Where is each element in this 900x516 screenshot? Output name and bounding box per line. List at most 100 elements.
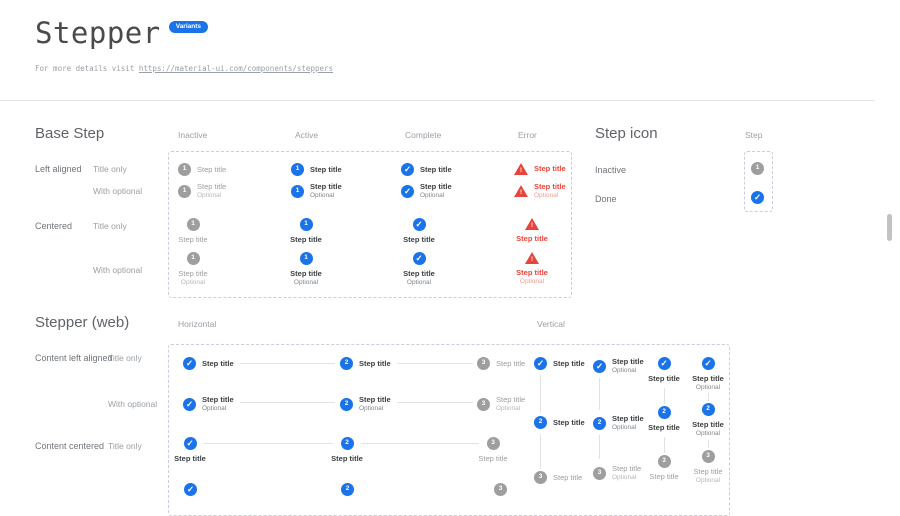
vstep1-3-inactive: 3 Step title (534, 471, 582, 484)
hstep-centered-3-inactive: 3 Step title (463, 437, 523, 463)
subtitle-text: For more details visit (35, 64, 139, 73)
step-title: Step title (197, 182, 226, 191)
step-active-left-optional: 1 Step titleOptional (291, 182, 342, 200)
check-icon: ✓ (183, 357, 196, 370)
step-optional: Optional (696, 384, 720, 392)
step-complete-left-optional: ✓ Step titleOptional (401, 182, 452, 200)
step-inactive-left: 1 Step title (178, 163, 226, 176)
error-icon: ! (525, 218, 539, 230)
variant-label-with-optional: With optional (93, 186, 142, 196)
hstep-clipped-check-icon: ✓ (184, 483, 197, 496)
step-number-circle: 3 (658, 455, 671, 468)
step-number-circle: 1 (178, 185, 191, 198)
step-error-left-optional: ! Step titleOptional (514, 182, 566, 200)
column-label-vertical: Vertical (537, 319, 565, 329)
section-heading-base-step: Base Step (35, 125, 104, 142)
connector-line (397, 402, 473, 403)
step-title: Step title (197, 165, 226, 174)
step-optional: Optional (696, 477, 720, 485)
row-label-content-left-aligned: Content left aligned (35, 353, 113, 363)
step-optional: Optional (202, 405, 234, 413)
step-title: Step title (553, 473, 582, 482)
step-inactive-centered-optional: 1 Step title Optional (163, 252, 223, 287)
step-number-circle: 1 (300, 218, 313, 231)
step-title: Step title (553, 359, 585, 368)
step-title: Step title (496, 359, 525, 368)
step-error-centered: ! Step title (502, 218, 562, 243)
step-title: Step title (359, 359, 391, 368)
connector-line (240, 363, 335, 364)
row-label-centered: Centered (35, 221, 72, 231)
page-title: Stepper (35, 16, 161, 50)
check-icon: ✓ (401, 185, 414, 198)
step-title: Step title (420, 182, 452, 191)
step-title: Step title (534, 182, 566, 191)
step-error-left: ! Step title (514, 163, 566, 175)
step-active-centered: 1 Step title (276, 218, 336, 244)
step-title: Step title (649, 472, 678, 481)
step-optional: Optional (197, 192, 226, 200)
section-heading-stepper-web: Stepper (web) (35, 314, 129, 331)
scrollbar-thumb[interactable] (887, 214, 892, 241)
step-title: Step title (693, 467, 722, 476)
connector-line (708, 440, 709, 448)
step-inactive-left-optional: 1 Step titleOptional (178, 182, 226, 200)
connector-line (708, 393, 709, 401)
step-inactive-centered: 1 Step title (163, 218, 223, 244)
section-heading-step-icon: Step icon (595, 125, 658, 142)
step-optional: Optional (420, 192, 452, 200)
step-number-circle: 3 (487, 437, 500, 450)
vstep4-2-active-optional: 2 Step title Optional (678, 403, 738, 438)
step-title: Step title (290, 269, 322, 278)
vstep4-3-inactive-optional: 3 Step title Optional (678, 450, 738, 485)
step-active-left: 1 Step title (291, 163, 342, 176)
row-label-content-centered: Content centered (35, 441, 104, 451)
connector-line (664, 388, 665, 404)
error-icon: ! (514, 163, 528, 175)
hstep-2-active-optional: 2 Step titleOptional (340, 395, 391, 413)
subtitle: For more details visit https://material-… (35, 64, 333, 73)
check-icon: ✓ (401, 163, 414, 176)
column-label-active: Active (295, 130, 318, 140)
docs-link[interactable]: https://material-ui.com/components/stepp… (139, 64, 333, 73)
hstep-centered-2-active: 2 Step title (317, 437, 377, 463)
step-title: Step title (403, 235, 435, 244)
page-header: Stepper Variants (35, 16, 208, 50)
step-title: Step title (174, 454, 206, 463)
step-icon-done-check-icon: ✓ (751, 191, 764, 204)
step-active-centered-optional: 1 Step title Optional (276, 252, 336, 287)
hstep-centered-1-complete: ✓ Step title (160, 437, 220, 463)
variants-badge: Variants (169, 21, 208, 33)
column-label-complete: Complete (405, 130, 441, 140)
step-title: Step title (516, 268, 548, 277)
step-number-circle: 2 (702, 403, 715, 416)
check-icon: ✓ (658, 357, 671, 370)
check-icon: ✓ (413, 218, 426, 231)
step-title: Step title (290, 235, 322, 244)
hstep-3-inactive: 3 Step title (477, 357, 525, 370)
step-icon-inactive: 1 (751, 162, 764, 175)
step-title: Step title (178, 269, 207, 278)
step-number-circle: 3 (477, 357, 490, 370)
step-title: Step title (496, 395, 525, 404)
row-label-left-aligned: Left aligned (35, 164, 82, 174)
connector-line (599, 378, 600, 410)
step-optional: Optional (496, 405, 525, 413)
check-icon: ✓ (593, 360, 606, 373)
step-title: Step title (420, 165, 452, 174)
variant-label-with-optional: With optional (93, 265, 142, 275)
step-title: Step title (516, 234, 548, 243)
step-number-circle: 1 (291, 185, 304, 198)
step-optional: Optional (181, 279, 205, 287)
step-title: Step title (202, 359, 234, 368)
column-label-error: Error (518, 130, 537, 140)
step-number-circle: 1 (187, 252, 200, 265)
step-optional: Optional (534, 192, 566, 200)
connector-line (599, 435, 600, 459)
step-title: Step title (692, 374, 724, 383)
hstep-2-active: 2 Step title (340, 357, 391, 370)
stepper-spec-page: Stepper Variants For more details visit … (0, 0, 900, 494)
variant-label-title-only: Title only (93, 221, 127, 231)
vstep1-1-complete: ✓ Step title (534, 357, 585, 370)
step-title: Step title (331, 454, 363, 463)
